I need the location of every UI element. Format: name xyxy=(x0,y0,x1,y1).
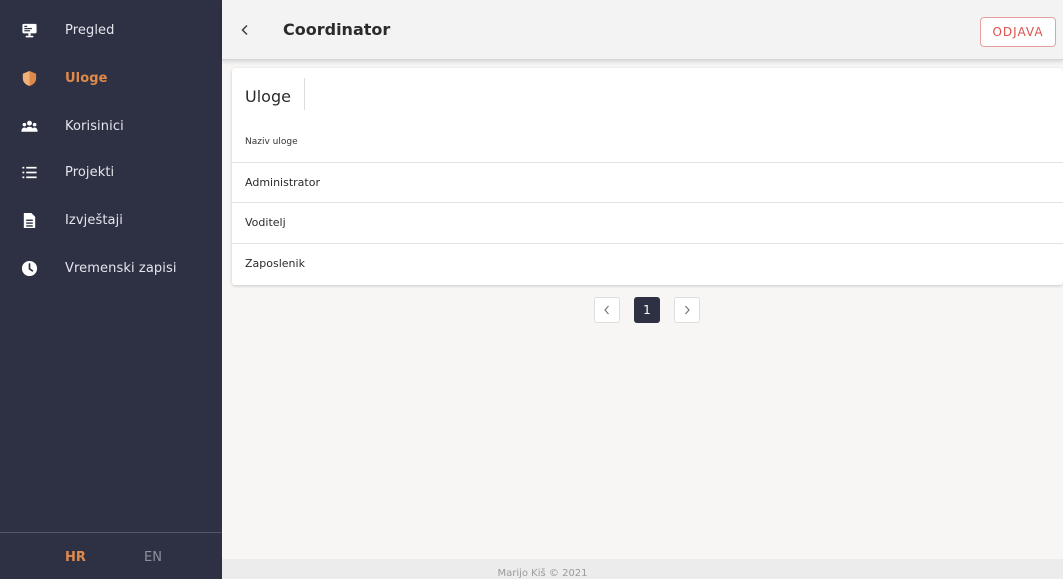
monitor-icon xyxy=(20,21,38,39)
table-cell: Administrator xyxy=(245,176,320,189)
table-cell: Voditelj xyxy=(245,216,286,229)
sidebar-item-izvjestaji[interactable]: Izvještaji xyxy=(0,205,222,235)
card-title: Uloge xyxy=(245,87,291,106)
language-hr-button[interactable]: HR xyxy=(65,550,86,565)
top-bar: Coordinator ODJAVA xyxy=(222,0,1063,60)
table-row[interactable]: Zaposlenik xyxy=(232,243,1063,283)
roles-card: Uloge Naziv uloge Administrator Voditelj… xyxy=(232,68,1063,285)
table-row[interactable]: Voditelj xyxy=(232,202,1063,242)
pagination-prev-button[interactable] xyxy=(594,297,620,323)
sidebar-item-label: Pregled xyxy=(65,22,115,38)
sidebar-divider xyxy=(0,532,222,533)
sidebar-item-label: Projekti xyxy=(65,164,115,180)
list-icon xyxy=(20,163,38,181)
report-icon xyxy=(20,211,38,229)
sidebar-item-label: Vremenski zapisi xyxy=(65,260,177,276)
table-cell: Zaposlenik xyxy=(245,257,305,270)
pagination-page-button[interactable]: 1 xyxy=(634,297,660,323)
page-title: Coordinator xyxy=(283,20,391,39)
sidebar-item-vremenski-zapisi[interactable]: Vremenski zapisi xyxy=(0,253,222,283)
chevron-left-icon xyxy=(241,25,248,35)
sidebar-item-label: Korisinici xyxy=(65,118,124,134)
column-header[interactable]: Naziv uloge xyxy=(245,137,298,147)
sidebar-item-pregled[interactable]: Pregled xyxy=(0,15,222,45)
sidebar-item-label: Izvještaji xyxy=(65,212,124,228)
footer-text: Marijo Kiš © 2021 xyxy=(497,568,588,579)
clock-icon xyxy=(20,259,38,277)
title-divider xyxy=(304,78,305,110)
sidebar-item-uloge[interactable]: Uloge xyxy=(0,63,222,93)
logout-button[interactable]: ODJAVA xyxy=(980,17,1056,47)
shield-icon xyxy=(20,69,38,87)
sidebar-item-label: Uloge xyxy=(65,70,108,86)
sidebar: Pregled Uloge Korisinici Projekti Izvješ… xyxy=(0,0,222,579)
back-button[interactable] xyxy=(236,20,254,40)
users-icon xyxy=(20,117,38,135)
sidebar-item-projekti[interactable]: Projekti xyxy=(0,157,222,187)
pagination-next-button[interactable] xyxy=(674,297,700,323)
table-row[interactable]: Administrator xyxy=(232,162,1063,202)
chevron-right-icon xyxy=(685,305,690,315)
sidebar-item-korisinici[interactable]: Korisinici xyxy=(0,111,222,141)
chevron-left-icon xyxy=(604,305,609,315)
language-en-button[interactable]: EN xyxy=(144,550,162,565)
